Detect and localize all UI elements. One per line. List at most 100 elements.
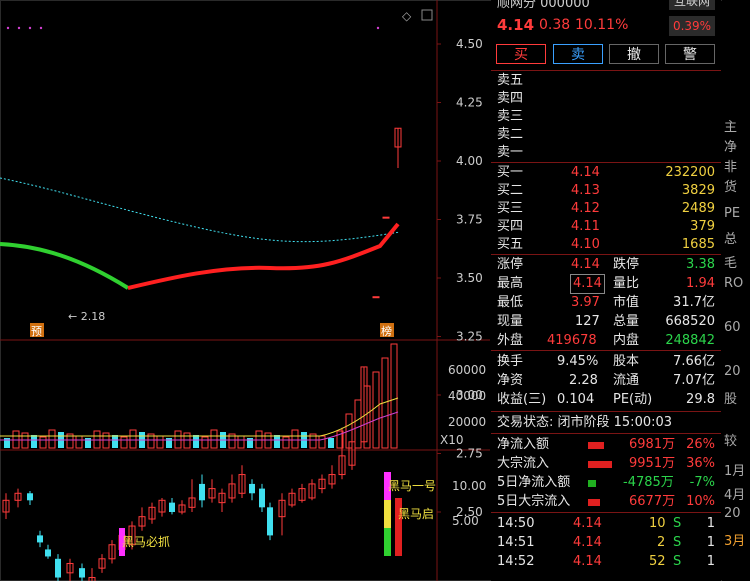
buy-row[interactable]: 买一 4.14 232200 xyxy=(497,164,715,182)
sell-row-5[interactable]: 卖五 xyxy=(497,72,715,90)
volume-bar xyxy=(156,435,164,449)
buy-row[interactable]: 买三 4.12 2489 xyxy=(497,200,715,218)
fund-value: 7.07亿 xyxy=(673,373,715,388)
buy-row[interactable]: 买四 4.11 379 xyxy=(497,218,715,236)
quote-rows: 卖五 卖四 卖三 卖二 卖一 买一 4.14 232200 买二 4.13 38… xyxy=(491,0,721,581)
indicator-axis-label: 5.00 xyxy=(452,514,479,528)
buy-price: 4.13 xyxy=(571,183,600,198)
price-axis-label: 3.75 xyxy=(456,213,483,227)
volume-multiplier: X10 xyxy=(440,433,464,447)
edge-text: 净 xyxy=(724,140,738,155)
volume-axis-label: 40000 xyxy=(448,389,486,403)
signal-bar xyxy=(384,500,391,528)
candle-body xyxy=(259,488,265,508)
candle-body xyxy=(45,549,51,557)
flow-label: 5日大宗流入 xyxy=(497,494,571,509)
stat-row: 现量 127 总量 668520 xyxy=(497,313,715,331)
fund-label: 净资 xyxy=(497,373,524,388)
volume-bar xyxy=(372,371,380,449)
sell-row-4[interactable]: 卖四 xyxy=(497,90,715,108)
indicator-axis-label: 10.00 xyxy=(452,479,486,493)
stat-label: 最低 xyxy=(497,295,524,310)
edge-text: 货 xyxy=(724,180,738,195)
price-axis-label: 4.00 xyxy=(456,154,483,168)
fund-label: 股本 xyxy=(613,354,640,369)
stat-label: 内盘 xyxy=(613,333,640,348)
edge-text: 非 xyxy=(724,160,738,175)
volume-bar xyxy=(39,436,47,449)
buy-label: 买二 xyxy=(497,183,524,198)
flow-pct: -7% xyxy=(689,475,715,490)
buy-row[interactable]: 买二 4.13 3829 xyxy=(497,182,715,200)
candle-body xyxy=(199,483,205,501)
tick-time: 14:50 xyxy=(497,516,535,531)
flow-row: 5日大宗流入 6677万 10% xyxy=(497,493,715,511)
volume-bar xyxy=(31,435,37,448)
fund-label: 收益(三) xyxy=(497,392,547,407)
buy-label: 买四 xyxy=(497,219,524,234)
buy-volume: 232200 xyxy=(665,165,715,180)
dot-marker xyxy=(17,26,21,30)
sell-row-3[interactable]: 卖三 xyxy=(497,108,715,126)
stat-value: 419678 xyxy=(547,333,597,348)
stat-value: 3.97 xyxy=(571,295,600,310)
fund-row: 净资 2.28 流通 7.07亿 xyxy=(497,372,715,390)
tick-time: 14:52 xyxy=(497,554,535,569)
dot-marker xyxy=(376,26,380,30)
fund-value: 29.8 xyxy=(686,392,715,407)
volume-bar xyxy=(210,429,218,449)
sell-label: 卖五 xyxy=(497,73,524,88)
volume-axis-label: 20000 xyxy=(448,415,486,429)
candle-body xyxy=(27,493,33,501)
sell-label: 卖四 xyxy=(497,91,524,106)
badge-bang: 榜 xyxy=(381,324,392,338)
ma-line-dashed xyxy=(0,177,401,243)
candle-body xyxy=(37,535,43,543)
tick-count: 1 xyxy=(706,516,715,531)
buy-row[interactable]: 买五 4.10 1685 xyxy=(497,236,715,254)
stat-label: 外盘 xyxy=(497,333,524,348)
edge-text: 较 xyxy=(724,434,738,449)
tick-price: 4.14 xyxy=(573,516,602,531)
flow-value: 9951万 xyxy=(629,456,676,471)
trade-status: 交易状态: 闭市阶段 15:00:03 xyxy=(497,414,715,432)
low-price-marker: ← 2.18 xyxy=(68,310,105,323)
flow-value: -4785万 xyxy=(623,475,674,490)
candle-body xyxy=(382,216,390,219)
volume-bar xyxy=(75,435,83,449)
volume-axis-label: 60000 xyxy=(448,363,486,377)
edge-text: RO xyxy=(724,276,744,291)
price-axis-label: 3.25 xyxy=(456,330,483,344)
buy-volume: 2489 xyxy=(681,201,715,216)
stat-label: 最高 xyxy=(497,276,524,291)
signal-bar xyxy=(384,528,391,556)
fund-row: 收益(三) 0.104 PE(动) 29.8 xyxy=(497,391,715,409)
sell-label: 卖二 xyxy=(497,127,524,142)
flow-bar xyxy=(588,442,604,449)
flow-value: 6677万 xyxy=(629,494,676,509)
candle-body xyxy=(169,502,175,512)
price-axis-label: 2.75 xyxy=(456,447,483,461)
ma-line-red xyxy=(127,222,400,290)
candle-body xyxy=(372,296,380,299)
volume-bar xyxy=(291,429,299,449)
candle-body xyxy=(249,483,255,494)
buy-volume: 379 xyxy=(690,219,715,234)
edge-text: PE xyxy=(724,206,741,221)
edge-text: 总 xyxy=(724,232,738,247)
sell-row-1[interactable]: 卖一 xyxy=(497,144,715,162)
flow-label: 净流入额 xyxy=(497,437,550,452)
stat-label: 量比 xyxy=(613,276,640,291)
volume-bar xyxy=(274,435,280,448)
volume-bar xyxy=(48,429,56,449)
stat-value: 31.7亿 xyxy=(673,295,715,310)
kline-chart[interactable]: 4.504.254.003.753.503.253.002.752.506000… xyxy=(0,0,490,581)
fund-label: 流通 xyxy=(613,373,640,388)
flow-label: 大宗流入 xyxy=(497,456,550,471)
tick-side: S xyxy=(673,535,682,550)
tick-side: S xyxy=(673,554,682,569)
stat-row: 外盘 419678 内盘 248842 xyxy=(497,332,715,350)
sell-row-2[interactable]: 卖二 xyxy=(497,126,715,144)
diamond-icon: ◇ xyxy=(402,9,412,23)
stat-value: 127 xyxy=(575,314,600,329)
